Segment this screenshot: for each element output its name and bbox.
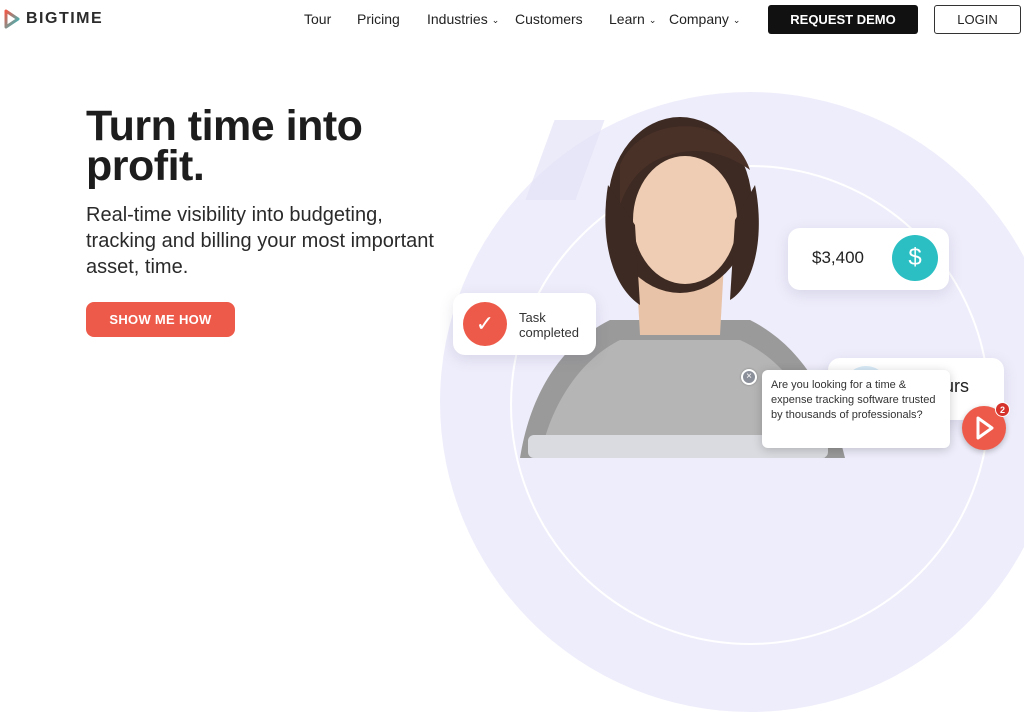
nav-pricing[interactable]: Pricing xyxy=(357,11,400,27)
request-demo-button[interactable]: REQUEST DEMO xyxy=(768,5,918,34)
nav-customers[interactable]: Customers xyxy=(515,11,583,27)
hero-subtitle: Real-time visibility into budgeting, tra… xyxy=(86,204,434,278)
top-navigation: BIGTIME Tour Pricing Industries ⌄ Custome… xyxy=(0,0,1024,40)
dollar-icon: $ xyxy=(892,235,938,281)
close-icon[interactable]: × xyxy=(741,369,757,385)
nav-industries[interactable]: Industries ⌄ xyxy=(427,11,499,27)
checkmark-icon: ✓ xyxy=(463,302,507,346)
nav-learn-label: Learn xyxy=(609,11,645,27)
bigtime-logo[interactable]: BIGTIME xyxy=(4,9,103,29)
nav-company[interactable]: Company ⌄ xyxy=(669,11,740,27)
task-completed-card: ✓ Task completed xyxy=(453,293,596,355)
chat-popup[interactable]: Are you looking for a time & expense tra… xyxy=(762,370,950,448)
brand-name: BIGTIME xyxy=(26,10,104,27)
nav-company-label: Company xyxy=(669,11,729,27)
chevron-down-icon: ⌄ xyxy=(732,15,741,25)
chevron-down-icon: ⌄ xyxy=(491,15,500,25)
task-label-line1: Task xyxy=(519,310,546,325)
chevron-down-icon: ⌄ xyxy=(648,15,657,25)
task-completed-label: Task completed xyxy=(519,310,579,340)
login-button[interactable]: LOGIN xyxy=(934,5,1021,34)
nav-learn[interactable]: Learn ⌄ xyxy=(609,11,656,27)
amount-card: $3,400 $ xyxy=(788,228,949,290)
chat-message: Are you looking for a time & expense tra… xyxy=(771,379,936,421)
nav-tour[interactable]: Tour xyxy=(304,11,331,27)
amount-value: $3,400 xyxy=(812,248,864,267)
notification-badge: 2 xyxy=(995,402,1010,417)
hero-title: Turn time into profit. xyxy=(86,102,363,190)
task-label-line2: completed xyxy=(519,325,579,340)
nav-industries-label: Industries xyxy=(427,11,488,27)
show-me-how-button[interactable]: SHOW ME HOW xyxy=(86,302,235,337)
bigtime-logo-icon xyxy=(4,9,20,29)
